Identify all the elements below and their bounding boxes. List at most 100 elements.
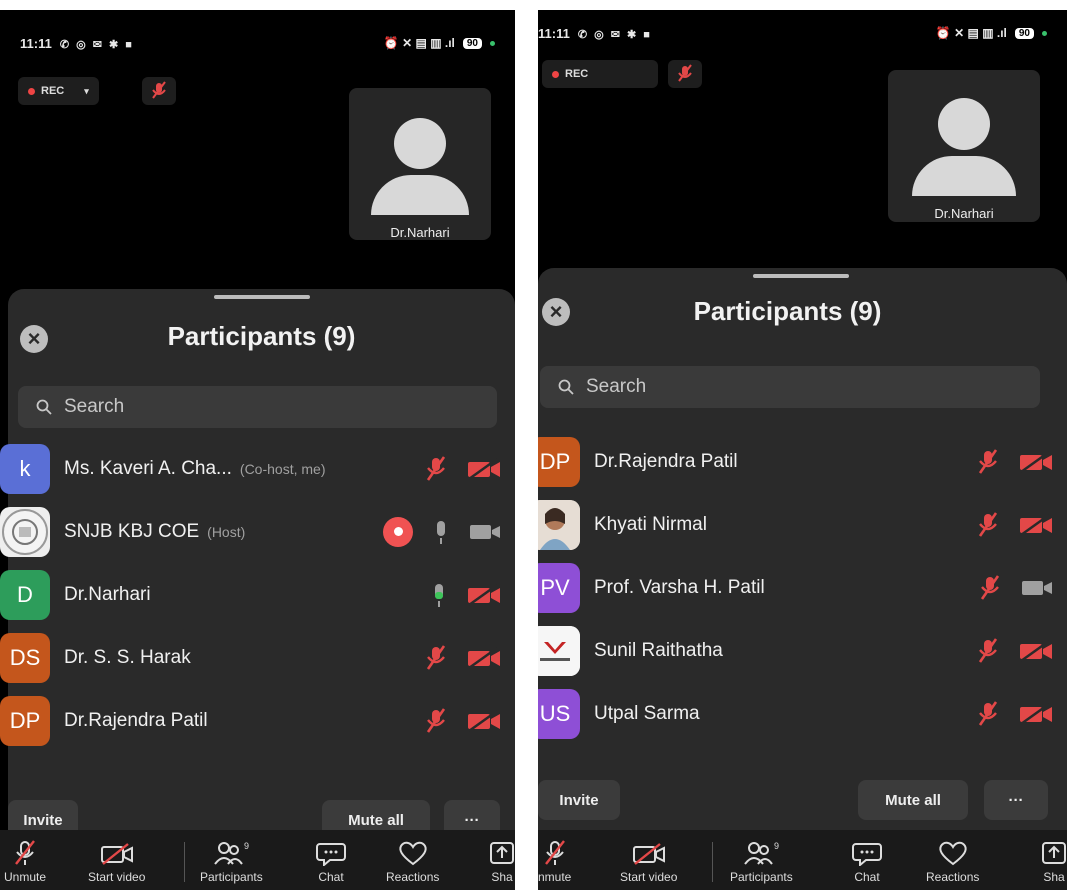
share-icon <box>490 842 514 864</box>
rec-label: REC <box>41 85 65 97</box>
rec-button[interactable]: REC ▾ <box>18 77 99 105</box>
mic-off-icon[interactable] <box>977 637 999 664</box>
participant-row[interactable]: US Utpal Sarma <box>538 682 1067 745</box>
right-screenshot: 11:11 ✆ ◎ ✉ ✱ ■ ⏰ ✕ ▤ ▥ .ıl 90 REC Dr.Nar… <box>538 10 1067 890</box>
participant-list: DP Dr.Rajendra Patil Khyati Nirmal PV Pr… <box>538 430 1067 745</box>
status-bar: 11:11 ✆ ◎ ✉ ✱ ■ ⏰ ✕ ▤ ▥ .ıl 90 <box>20 32 495 54</box>
start-video-button[interactable]: Start video <box>88 842 145 884</box>
sheet-grab-handle[interactable] <box>752 274 849 278</box>
video-icon[interactable] <box>469 522 501 542</box>
participant-name: Khyati Nirmal <box>594 513 707 535</box>
avatar-logo-icon <box>0 506 50 557</box>
participant-row[interactable]: PV Prof. Varsha H. Patil <box>538 556 1067 619</box>
mute-all-button[interactable]: Mute all <box>858 780 968 820</box>
video-off-icon[interactable] <box>467 646 501 669</box>
avatar-head <box>938 98 990 150</box>
share-button[interactable]: Sha <box>488 840 515 884</box>
start-video-button[interactable]: Start video <box>620 842 677 884</box>
left-screenshot: 11:11 ✆ ◎ ✉ ✱ ■ ⏰ ✕ ▤ ▥ .ıl 90 REC ▾ Dr.N… <box>0 10 515 890</box>
mic-off-icon <box>544 840 565 865</box>
mic-icon[interactable] <box>433 519 449 545</box>
participant-row[interactable]: k Ms. Kaveri A. Cha... (Co-host, me) <box>0 437 515 500</box>
share-button[interactable]: Sha <box>1040 840 1067 884</box>
video-tile[interactable]: Dr.Narhari <box>888 70 1040 222</box>
unmute-label: Unmute <box>4 870 47 884</box>
top-mic-muted-button[interactable] <box>668 60 702 88</box>
start-video-label: Start video <box>620 870 678 884</box>
participants-label: Participants <box>730 870 793 884</box>
privacy-dot-icon <box>490 40 495 46</box>
rec-dot-icon <box>28 87 35 95</box>
participant-name: Prof. Varsha H. Patil <box>594 576 765 598</box>
chat-label: Chat <box>318 870 344 884</box>
mic-off-icon[interactable] <box>425 707 447 734</box>
video-off-icon[interactable] <box>1019 450 1053 473</box>
participant-row[interactable]: DP Dr.Rajendra Patil <box>0 689 515 752</box>
mic-off-icon[interactable] <box>977 511 999 538</box>
top-mic-muted-button[interactable] <box>142 77 176 105</box>
share-icon <box>1042 842 1066 864</box>
mic-off-icon <box>678 64 692 82</box>
video-off-icon[interactable] <box>1019 702 1053 725</box>
participants-button[interactable]: 9 Participants <box>730 840 793 884</box>
more-options-button[interactable]: ··· <box>984 780 1048 820</box>
participant-row[interactable]: DS Dr. S. S. Harak <box>0 626 515 689</box>
video-off-icon <box>100 843 133 865</box>
unmute-button[interactable]: nmute <box>538 840 571 884</box>
unmute-button[interactable]: Unmute <box>4 840 46 884</box>
video-off-icon[interactable] <box>1019 639 1053 662</box>
mic-off-icon[interactable] <box>425 644 447 671</box>
reactions-button[interactable]: Reactions <box>386 840 439 884</box>
toolbar-divider <box>712 842 713 882</box>
avatar-body <box>912 156 1016 196</box>
status-left-icons: ✆ ◎ ✉ ✱ ■ <box>59 38 134 51</box>
reactions-label: Reactions <box>926 870 980 884</box>
chat-label: Chat <box>854 870 880 884</box>
video-tile-name: Dr.Narhari <box>934 206 994 221</box>
participant-row[interactable]: D Dr.Narhari <box>0 563 515 626</box>
participant-name: Sunil Raithatha <box>594 639 723 661</box>
privacy-dot-icon <box>1042 30 1047 36</box>
status-time: 11:11 <box>20 35 52 51</box>
mic-active-icon[interactable] <box>431 582 447 608</box>
participant-row[interactable]: Khyati Nirmal <box>538 493 1067 556</box>
chat-button[interactable]: Chat <box>852 840 882 884</box>
search-icon <box>558 379 574 395</box>
chat-button[interactable]: Chat <box>316 840 346 884</box>
mic-off-icon[interactable] <box>977 448 999 475</box>
mic-off-icon[interactable] <box>977 700 999 727</box>
rec-button[interactable]: REC <box>542 60 658 88</box>
reactions-button[interactable]: Reactions <box>926 840 979 884</box>
reactions-label: Reactions <box>386 870 440 884</box>
video-icon[interactable] <box>1021 578 1053 598</box>
heart-icon <box>399 841 427 866</box>
video-off-icon[interactable] <box>1019 513 1053 536</box>
participants-title: Participants (9) <box>167 321 356 351</box>
participant-role: (Host) <box>207 523 246 540</box>
participants-button[interactable]: 9 Participants <box>200 840 263 884</box>
sheet-grab-handle[interactable] <box>213 295 310 299</box>
invite-button[interactable]: Invite <box>538 780 620 820</box>
participants-icon: 9 <box>214 841 249 865</box>
participant-row[interactable]: DP Dr.Rajendra Patil <box>538 430 1067 493</box>
participant-list: k Ms. Kaveri A. Cha... (Co-host, me) SNJ… <box>0 437 515 752</box>
video-tile[interactable]: Dr.Narhari <box>349 88 491 240</box>
meeting-toolbar: Unmute Start video 9 Participants Chat R… <box>0 830 515 890</box>
search-input[interactable]: Search <box>540 366 1040 408</box>
rec-dot-icon <box>552 70 559 78</box>
action-bar: Invite Mute all ··· <box>538 780 1067 822</box>
video-off-icon[interactable] <box>467 709 501 732</box>
mic-off-icon[interactable] <box>425 455 447 482</box>
avatar-logo-icon <box>538 625 580 676</box>
search-icon <box>36 399 52 415</box>
video-off-icon <box>632 843 665 865</box>
chat-icon <box>852 843 882 866</box>
search-input[interactable]: Search <box>18 386 497 428</box>
participant-row[interactable]: SNJB KBJ COE (Host) <box>0 500 515 563</box>
participant-row[interactable]: Sunil Raithatha <box>538 619 1067 682</box>
video-off-icon[interactable] <box>467 583 501 606</box>
participant-name: Dr.Rajendra Patil <box>64 709 208 731</box>
mic-off-icon[interactable] <box>979 574 1001 601</box>
video-off-icon[interactable] <box>467 457 501 480</box>
avatar: PV <box>538 562 580 613</box>
